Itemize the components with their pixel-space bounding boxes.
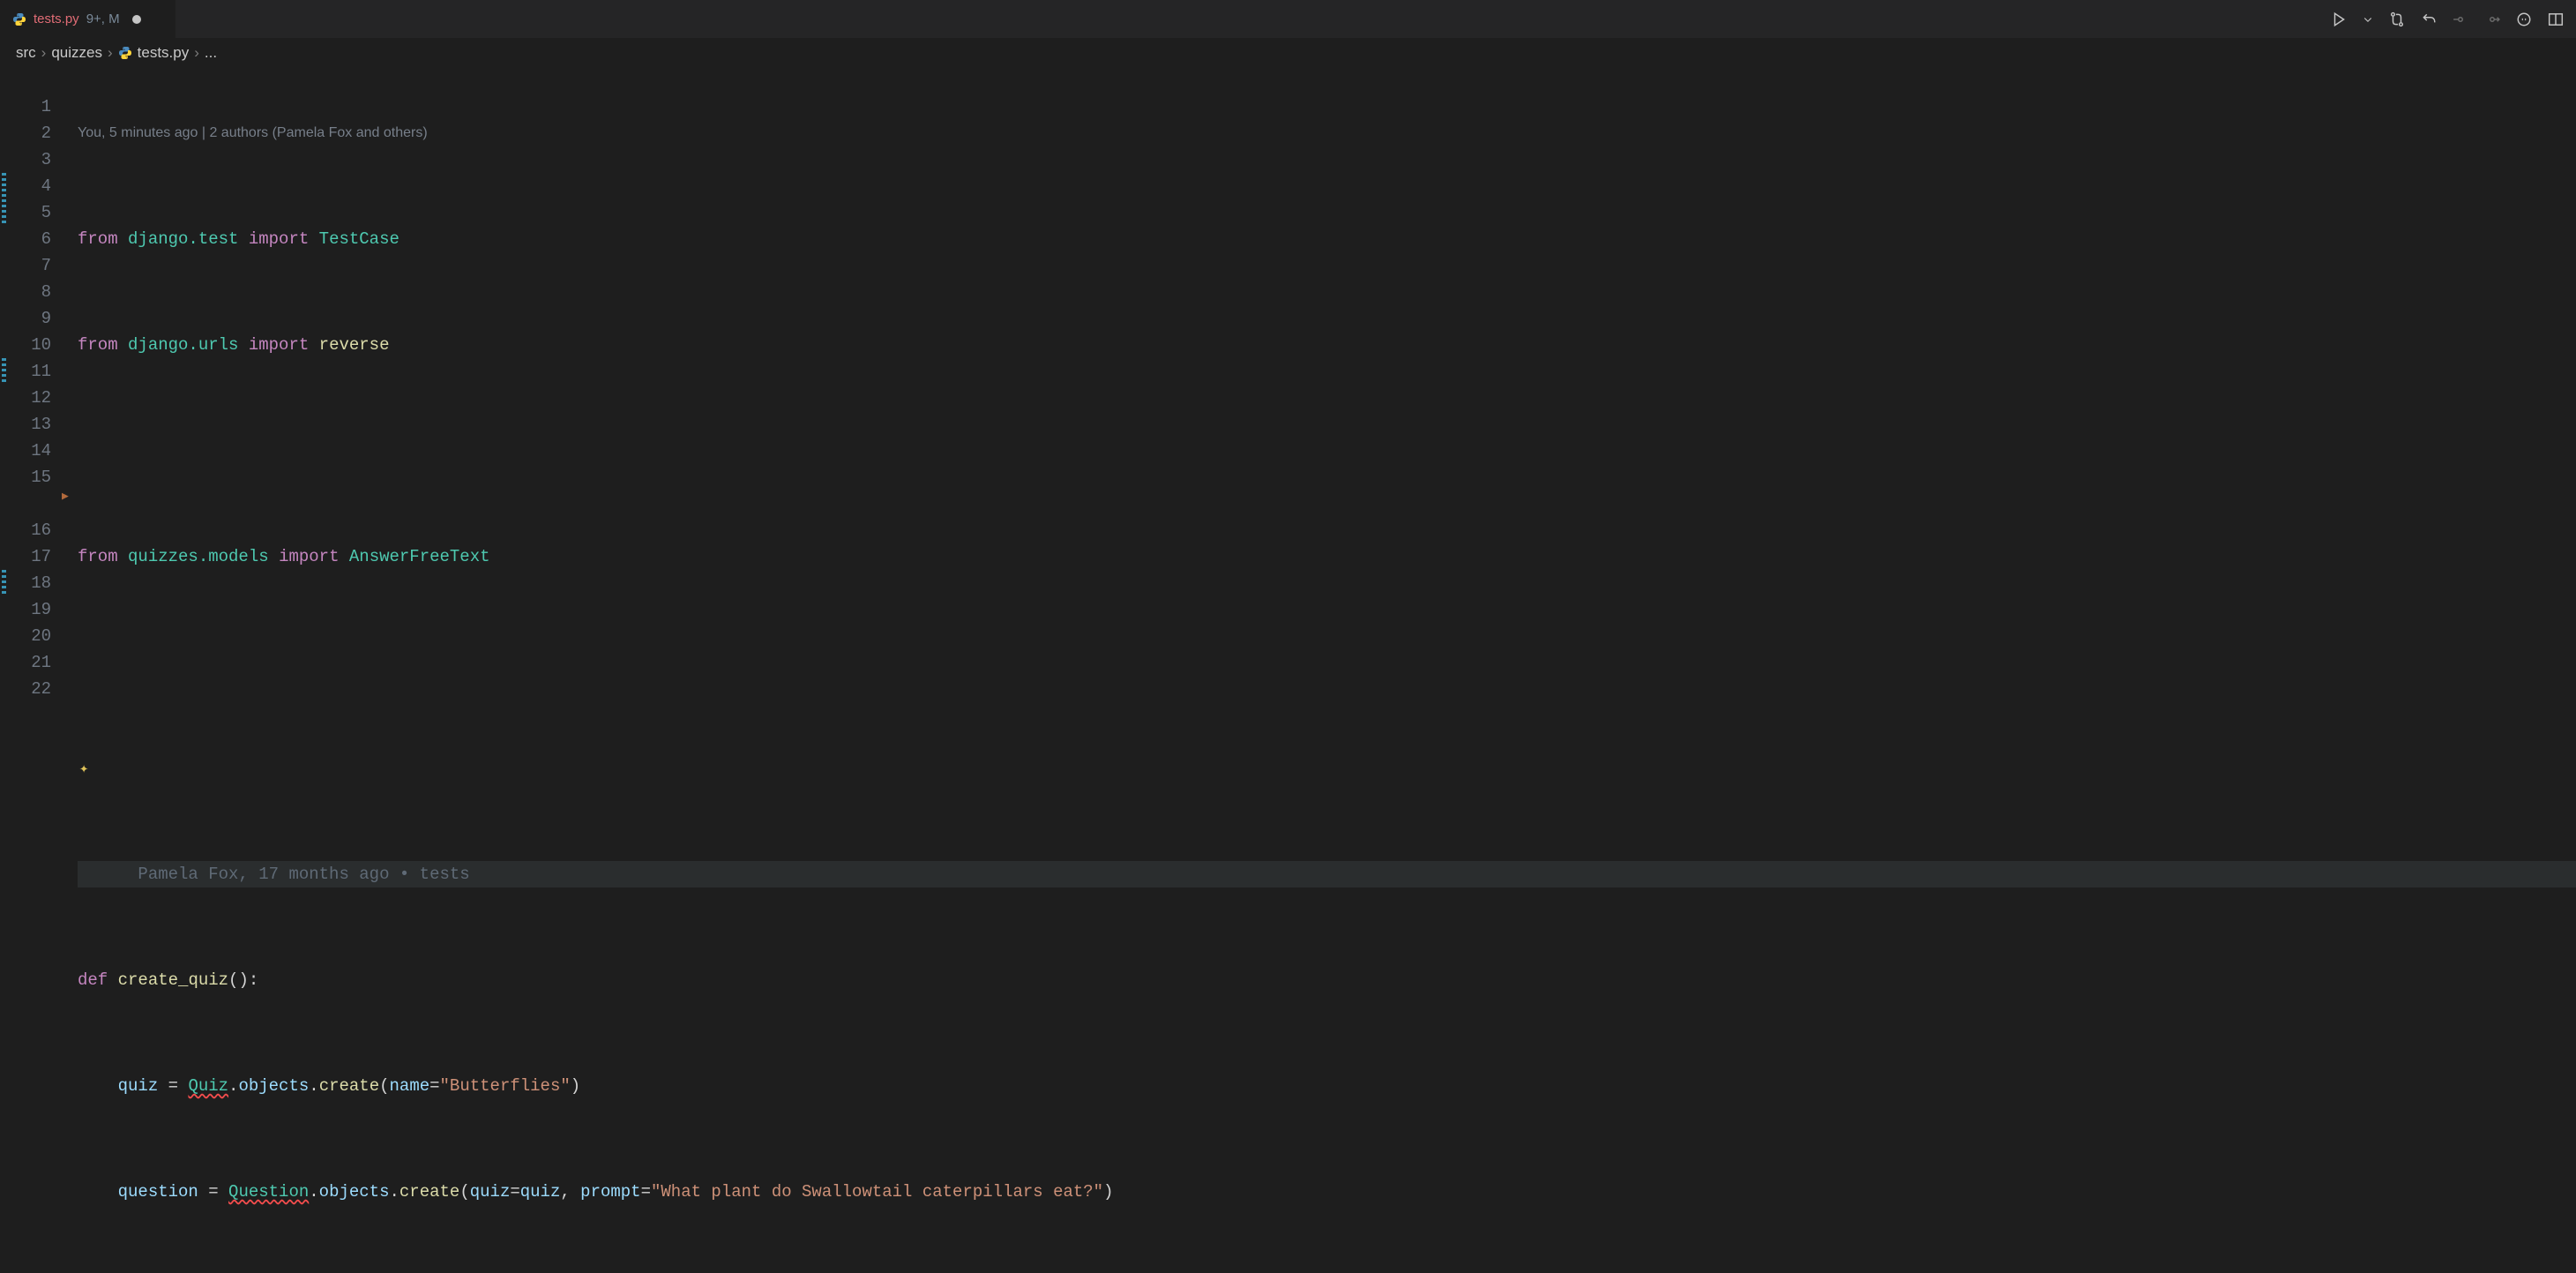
gutters: 12345678910111213141516171819202122 ▶ — [0, 67, 78, 1273]
code-line: from quizzes.models import AnswerFreeTex… — [78, 543, 2576, 570]
copilot-icon[interactable] — [2516, 11, 2532, 27]
run-dropdown[interactable] — [2363, 14, 2373, 25]
editor[interactable]: 12345678910111213141516171819202122 ▶ Yo… — [0, 67, 2576, 1273]
code-area[interactable]: You, 5 minutes ago | 2 authors (Pamela F… — [78, 67, 2576, 1273]
line-number: 10 — [7, 332, 51, 358]
breadcrumb[interactable]: src › quizzes › tests.py › ... — [0, 39, 2576, 67]
tab-bar-spacer — [176, 0, 2318, 38]
split-editor-icon[interactable] — [2548, 11, 2564, 27]
line-number: 22 — [7, 676, 51, 702]
fold-gutter: ▶ — [62, 67, 78, 1273]
line-number: 7 — [7, 252, 51, 279]
breadcrumb-seg-0[interactable]: src — [16, 44, 36, 62]
line-number: 9 — [7, 305, 51, 332]
git-compare-icon[interactable] — [2389, 11, 2405, 27]
line-number: 11 — [7, 358, 51, 385]
chevron-right-icon: › — [108, 44, 113, 62]
code-line — [78, 438, 2576, 464]
breadcrumb-seg-2[interactable]: tests.py — [138, 44, 190, 62]
line-number: 21 — [7, 649, 51, 676]
line-number: 8 — [7, 279, 51, 305]
nav-back-icon[interactable] — [2453, 11, 2468, 27]
diff-gutter — [0, 67, 7, 1273]
line-number: 12 — [7, 385, 51, 411]
line-number: 14 — [7, 438, 51, 464]
line-number: 2 — [7, 120, 51, 146]
codelens-top[interactable]: You, 5 minutes ago | 2 authors (Pamela F… — [78, 120, 2576, 146]
code-line-current: Pamela Fox, 17 months ago • tests — [78, 861, 2576, 887]
python-file-icon — [118, 46, 132, 60]
line-number: 13 — [7, 411, 51, 438]
run-button[interactable] — [2331, 11, 2347, 27]
line-number: 15 — [7, 464, 51, 490]
tab-modified-badge: 9+, M — [86, 11, 120, 26]
code-line: def create_quiz(): — [78, 967, 2576, 993]
breadcrumb-seg-1[interactable]: quizzes — [51, 44, 102, 62]
revert-icon[interactable] — [2421, 11, 2437, 27]
code-line: ✦ — [78, 755, 2576, 782]
line-number: 18 — [7, 570, 51, 596]
unsaved-dot-icon — [132, 15, 141, 24]
chevron-right-icon: › — [41, 44, 47, 62]
tab-filename: tests.py — [34, 11, 79, 26]
nav-forward-icon[interactable] — [2484, 11, 2500, 27]
sparkle-icon[interactable]: ✦ — [78, 761, 88, 778]
editor-tab[interactable]: tests.py 9+, M — [0, 0, 176, 38]
line-number: 19 — [7, 596, 51, 623]
python-file-icon — [12, 12, 26, 26]
line-number: 3 — [7, 146, 51, 173]
line-number: 5 — [7, 199, 51, 226]
line-number: 6 — [7, 226, 51, 252]
breadcrumb-more[interactable]: ... — [205, 44, 217, 62]
tab-bar: tests.py 9+, M — [0, 0, 2576, 39]
editor-actions — [2318, 0, 2576, 38]
line-number: 4 — [7, 173, 51, 199]
line-number: 16 — [7, 517, 51, 543]
line-number-gutter: 12345678910111213141516171819202122 — [7, 67, 62, 1273]
chevron-right-icon: › — [194, 44, 199, 62]
code-line: from django.test import TestCase — [78, 226, 2576, 252]
code-line: from django.urls import reverse — [78, 332, 2576, 358]
line-number: 20 — [7, 623, 51, 649]
code-line: quiz = Quiz.objects.create(name="Butterf… — [78, 1073, 2576, 1099]
code-line — [78, 649, 2576, 676]
line-number: 17 — [7, 543, 51, 570]
fold-arrow-icon[interactable]: ▶ — [62, 483, 69, 510]
line-number: 1 — [7, 94, 51, 120]
code-line: question = Question.objects.create(quiz=… — [78, 1179, 2576, 1205]
inline-blame: Pamela Fox, 17 months ago • tests — [138, 865, 469, 884]
